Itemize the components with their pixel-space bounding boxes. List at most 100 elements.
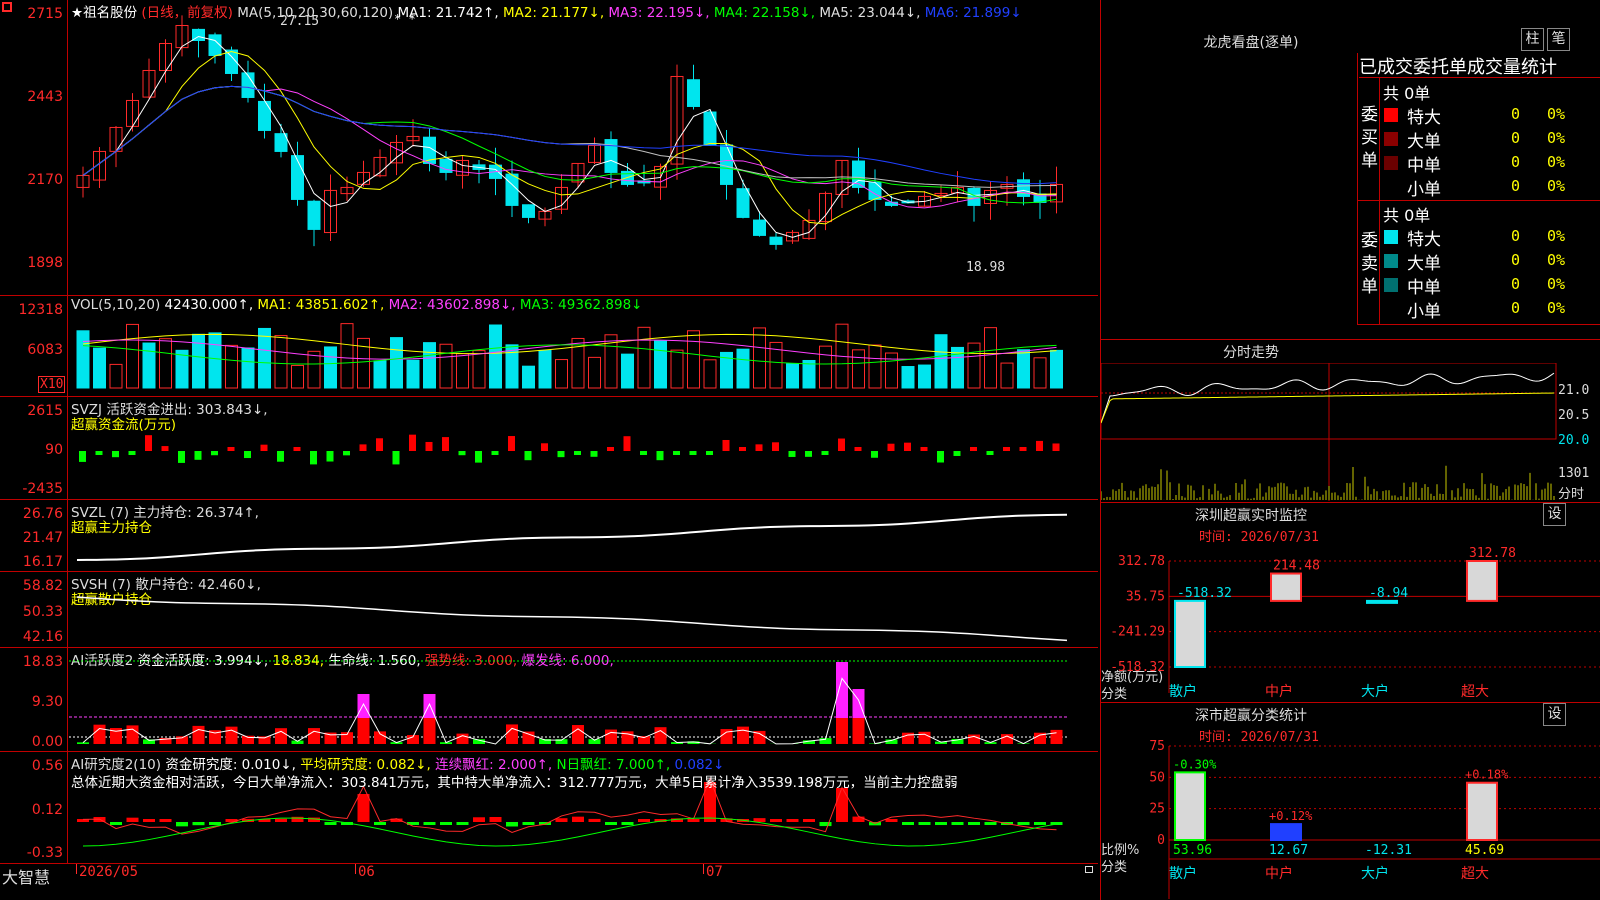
szc-value-label: 12.67 (1269, 843, 1308, 858)
sell-orders-label: 委卖单 (1361, 231, 1378, 297)
svzj-bar (227, 447, 235, 451)
research-bar (506, 822, 518, 827)
svzl-panel[interactable]: 26.76 21.47 16.17 SVZL (7) 主力持仓: 26.374↑… (0, 500, 1098, 572)
sell-row-count: 0 (1511, 299, 1521, 317)
sz-bar (1366, 599, 1398, 604)
research-bar (456, 822, 469, 825)
svzj-bar (326, 451, 334, 462)
sell-row-name: 小单 (1407, 302, 1441, 322)
svzj-bar (590, 451, 598, 457)
sz-value-label: -8.94 (1369, 586, 1408, 601)
svzj-bar (541, 443, 548, 451)
svsh-panel[interactable]: 58.82 50.33 42.16 SVSH (7) 散户持仓: 42.460↓… (0, 572, 1098, 648)
sell-color-swatch (1384, 254, 1398, 268)
low-price-label: 18.98 (966, 260, 1006, 275)
svzj-bar (788, 451, 796, 457)
intraday-panel[interactable]: 分时走势 21.0 20.5 20.0 1301 分时 (1100, 340, 1600, 503)
svzj-bar (986, 451, 994, 455)
svzj-bar (689, 451, 697, 455)
activity-bar (308, 728, 320, 744)
research-bar (1017, 822, 1030, 826)
date-label: 2026/05 (79, 864, 139, 880)
svzj-bar (739, 447, 746, 451)
svzl-chart[interactable] (69, 500, 1098, 571)
volume-bar (918, 364, 931, 389)
date-tick (703, 864, 704, 874)
bar-mode-button[interactable]: 柱 (1521, 28, 1544, 51)
volume-bar (753, 327, 766, 389)
sz-y-label: 35.75 (1126, 589, 1165, 604)
sz-y-label: -518.32 (1110, 660, 1165, 675)
volume-bar (885, 352, 898, 389)
lock-icon[interactable] (1085, 866, 1093, 873)
research-bar (324, 822, 337, 825)
kline-candle (703, 111, 717, 146)
svzj-chart[interactable] (69, 397, 1098, 499)
sell-row-name: 大单 (1407, 254, 1441, 274)
intraday-title: 分时走势 (1223, 345, 1279, 361)
sell-color-swatch (1384, 302, 1398, 316)
sz-monitor-chart[interactable]: 312.78 35.75 -241.29 -518.32 -518.32 散户 214.48… (1101, 503, 1600, 702)
research-bar (984, 822, 997, 825)
buy-row-count: 0 (1511, 105, 1521, 123)
research-bar (852, 816, 865, 822)
kline-panel[interactable]: 2715 2443 2170 1898 ★祖名股份 (日线，前复权) MA(5,… (0, 0, 1098, 296)
volume-bar (142, 342, 156, 389)
intraday-price-label: 20.0 (1558, 433, 1590, 448)
research-bar (555, 818, 568, 822)
sz-class-chart[interactable]: 75 50 25 0 -0.30% 53.96 散户 +0.12% 12.67 中户 -12.31 大… (1101, 703, 1600, 900)
corner-marker-icon[interactable] (2, 2, 12, 12)
volume-panel[interactable]: 12318 6083 X10 VOL(5,10,20) 42430.000↑, … (0, 296, 1098, 397)
ai-active-y-axis: 18.83 9.30 0.00 (0, 648, 68, 751)
research-bar (770, 819, 782, 822)
research-bar (935, 822, 947, 826)
date-label: 07 (706, 864, 723, 880)
sz-monitor-panel[interactable]: 深圳超赢实时监控 设 时间: 2026/07/31 净额(万元) 分类 312.… (1100, 503, 1600, 703)
ai-research-panel[interactable]: 0.56 0.12 -0.33 AI研究度2(10) 资金研究度: 0.010↓… (0, 752, 1098, 864)
research-bar (605, 822, 617, 825)
svzl-y-axis: 26.76 21.47 16.17 (0, 500, 68, 571)
ai-active-panel[interactable]: 18.83 9.30 0.00 AI活跃度2 资金活跃度: 3.994↓, 18… (0, 648, 1098, 752)
sell-row-name: 特大 (1407, 230, 1441, 250)
ai-active-y-label: 0.00 (31, 734, 63, 750)
svzj-panel[interactable]: 2615 90 -2435 SVZJ 活跃资金进出: 303.843↓, 超赢资… (0, 397, 1098, 500)
intraday-chart[interactable] (1101, 363, 1557, 501)
volume-unit-label: X10 (38, 376, 66, 393)
sz-bar (1174, 599, 1206, 668)
research-bar (423, 822, 436, 825)
volume-bar (76, 330, 90, 389)
tick-mode-button[interactable]: 笔 (1547, 28, 1570, 51)
kline-candle (720, 144, 733, 185)
volume-bar (555, 359, 568, 389)
volume-bar (736, 348, 750, 389)
buy-row-pct: 0% (1547, 153, 1566, 171)
high-price-label: 27.15 (280, 14, 320, 29)
svzj-bar (1036, 440, 1043, 451)
sz-class-panel[interactable]: 深市超赢分类统计 设 时间: 2026/07/31 比例% 分类 75 50 25 0… (1100, 703, 1600, 900)
activity-bar (192, 725, 205, 744)
svzj-bar (277, 451, 284, 462)
intraday-avg-line (1101, 392, 1555, 424)
volume-bar (522, 365, 535, 389)
sell-color-swatch (1384, 278, 1398, 292)
ai-active-chart[interactable] (69, 648, 1098, 751)
kline-candle (736, 188, 750, 218)
svsh-chart[interactable] (69, 572, 1098, 647)
volume-bar (390, 337, 403, 389)
intraday-price-label: 20.5 (1558, 408, 1590, 423)
activity-bar (852, 718, 865, 744)
ai-research-chart[interactable] (69, 752, 1098, 863)
volume-chart[interactable] (69, 296, 1098, 396)
volume-bar (538, 349, 552, 389)
volume-bar (291, 364, 304, 389)
volume-bar (588, 356, 601, 389)
volume-bar (852, 349, 865, 389)
sz-category-label: 中户 (1265, 683, 1293, 700)
volume-bar (208, 332, 222, 389)
volume-bar (786, 363, 799, 389)
svzj-bar (425, 441, 433, 451)
volume-bar (637, 326, 651, 389)
svzj-bar (706, 451, 713, 455)
activity-bar (126, 725, 139, 744)
kline-chart[interactable] (69, 0, 1098, 295)
